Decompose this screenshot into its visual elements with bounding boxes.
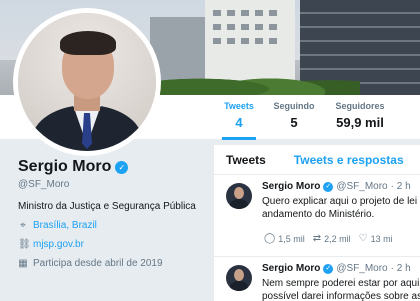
retweet-count: 2,2 mil	[324, 233, 351, 244]
tweet-avatar[interactable]	[226, 183, 252, 209]
tweet-item[interactable]: Sergio Moro ✓ @SF_Moro · 2 h Nem sempre …	[214, 257, 420, 301]
verified-badge-icon: ✓	[115, 160, 129, 174]
timeline-tabs: Tweets Tweets e respostas	[214, 145, 420, 175]
reply-button[interactable]: ◯ 1,5 mil	[264, 233, 305, 244]
tweet-text-line: andamento do Ministério.	[262, 209, 375, 220]
tweet-time[interactable]: · 2 h	[391, 181, 411, 192]
tweet-text: Quero explicar aqui o projeto de lei a a…	[262, 195, 420, 221]
calendar-icon: ▦	[18, 257, 28, 269]
twitter-profile-page: Tweets 4 Seguindo 5 Seguidores 59,9 mil …	[0, 0, 420, 301]
profile-handle[interactable]: @SF_Moro	[18, 179, 208, 190]
profile-joined: ▦ Participa desde abril de 2019	[18, 258, 208, 269]
tweets-panel: Tweets Tweets e respostas Sergio Moro ✓ …	[214, 145, 420, 301]
verified-badge-icon: ✓	[323, 181, 334, 192]
stat-followers-label: Seguidores	[335, 101, 385, 111]
tweet-author-name[interactable]: Sergio Moro	[262, 181, 320, 192]
profile-name[interactable]: Sergio Moro	[18, 158, 111, 176]
profile-website: ⛓ mjsp.gov.br	[18, 239, 208, 250]
profile-location: ⌖ Brasília, Brazil	[18, 220, 208, 231]
reply-count: 1,5 mil	[278, 233, 305, 244]
heart-icon: ♡	[358, 233, 368, 244]
joined-text: Participa desde abril de 2019	[33, 258, 163, 269]
retweet-button[interactable]: ⇄ 2,2 mil	[313, 233, 351, 244]
like-button[interactable]: ♡ 13 mi	[359, 233, 393, 244]
tweet-author-name[interactable]: Sergio Moro	[262, 263, 320, 274]
stat-tweets[interactable]: Tweets 4	[222, 101, 256, 140]
profile-avatar[interactable]	[13, 8, 161, 156]
tweet-text-line: Quero explicar aqui o projeto de lei a	[262, 196, 420, 207]
tweet-item[interactable]: Sergio Moro ✓ @SF_Moro · 2 h Quero expli…	[214, 175, 420, 257]
tweet-text: Nem sempre poderei estar por aqui, possí…	[262, 277, 420, 301]
stat-tweets-label: Tweets	[224, 101, 254, 111]
stat-followers[interactable]: Seguidores 59,9 mil	[330, 101, 390, 130]
tweet-author-handle[interactable]: @SF_Moro	[336, 181, 387, 192]
tweet-avatar[interactable]	[226, 265, 252, 291]
reply-icon: ◯	[264, 233, 276, 244]
location-pin-icon: ⌖	[20, 219, 26, 231]
stat-followers-value: 59,9 mil	[336, 115, 384, 130]
tweet-author-handle[interactable]: @SF_Moro	[336, 263, 387, 274]
retweet-icon: ⇄	[312, 233, 322, 244]
stat-tweets-value: 4	[235, 115, 243, 130]
tweet-actions: ◯ 1,5 mil ⇄ 2,2 mil ♡ 13 mi	[264, 233, 393, 244]
tab-tweets[interactable]: Tweets	[226, 153, 266, 167]
verified-badge-icon: ✓	[323, 263, 334, 274]
like-count: 13 mi	[370, 233, 393, 244]
profile-card: Sergio Moro ✓ @SF_Moro Ministro da Justi…	[18, 158, 208, 269]
profile-bio: Ministro da Justiça e Segurança Pública	[18, 201, 196, 212]
stat-following-value: 5	[290, 115, 298, 130]
tweet-text-line: possível darei informações sobre as a	[262, 291, 420, 301]
link-icon: ⛓	[18, 238, 31, 250]
stat-following[interactable]: Seguindo 5	[272, 101, 316, 130]
website-link[interactable]: mjsp.gov.br	[33, 239, 84, 250]
tweet-text-line: Nem sempre poderei estar por aqui,	[262, 278, 420, 289]
stat-following-label: Seguindo	[273, 101, 315, 111]
tab-tweets-replies[interactable]: Tweets e respostas	[294, 153, 404, 167]
tweet-time[interactable]: · 2 h	[391, 263, 411, 274]
location-link[interactable]: Brasília, Brazil	[33, 220, 97, 231]
